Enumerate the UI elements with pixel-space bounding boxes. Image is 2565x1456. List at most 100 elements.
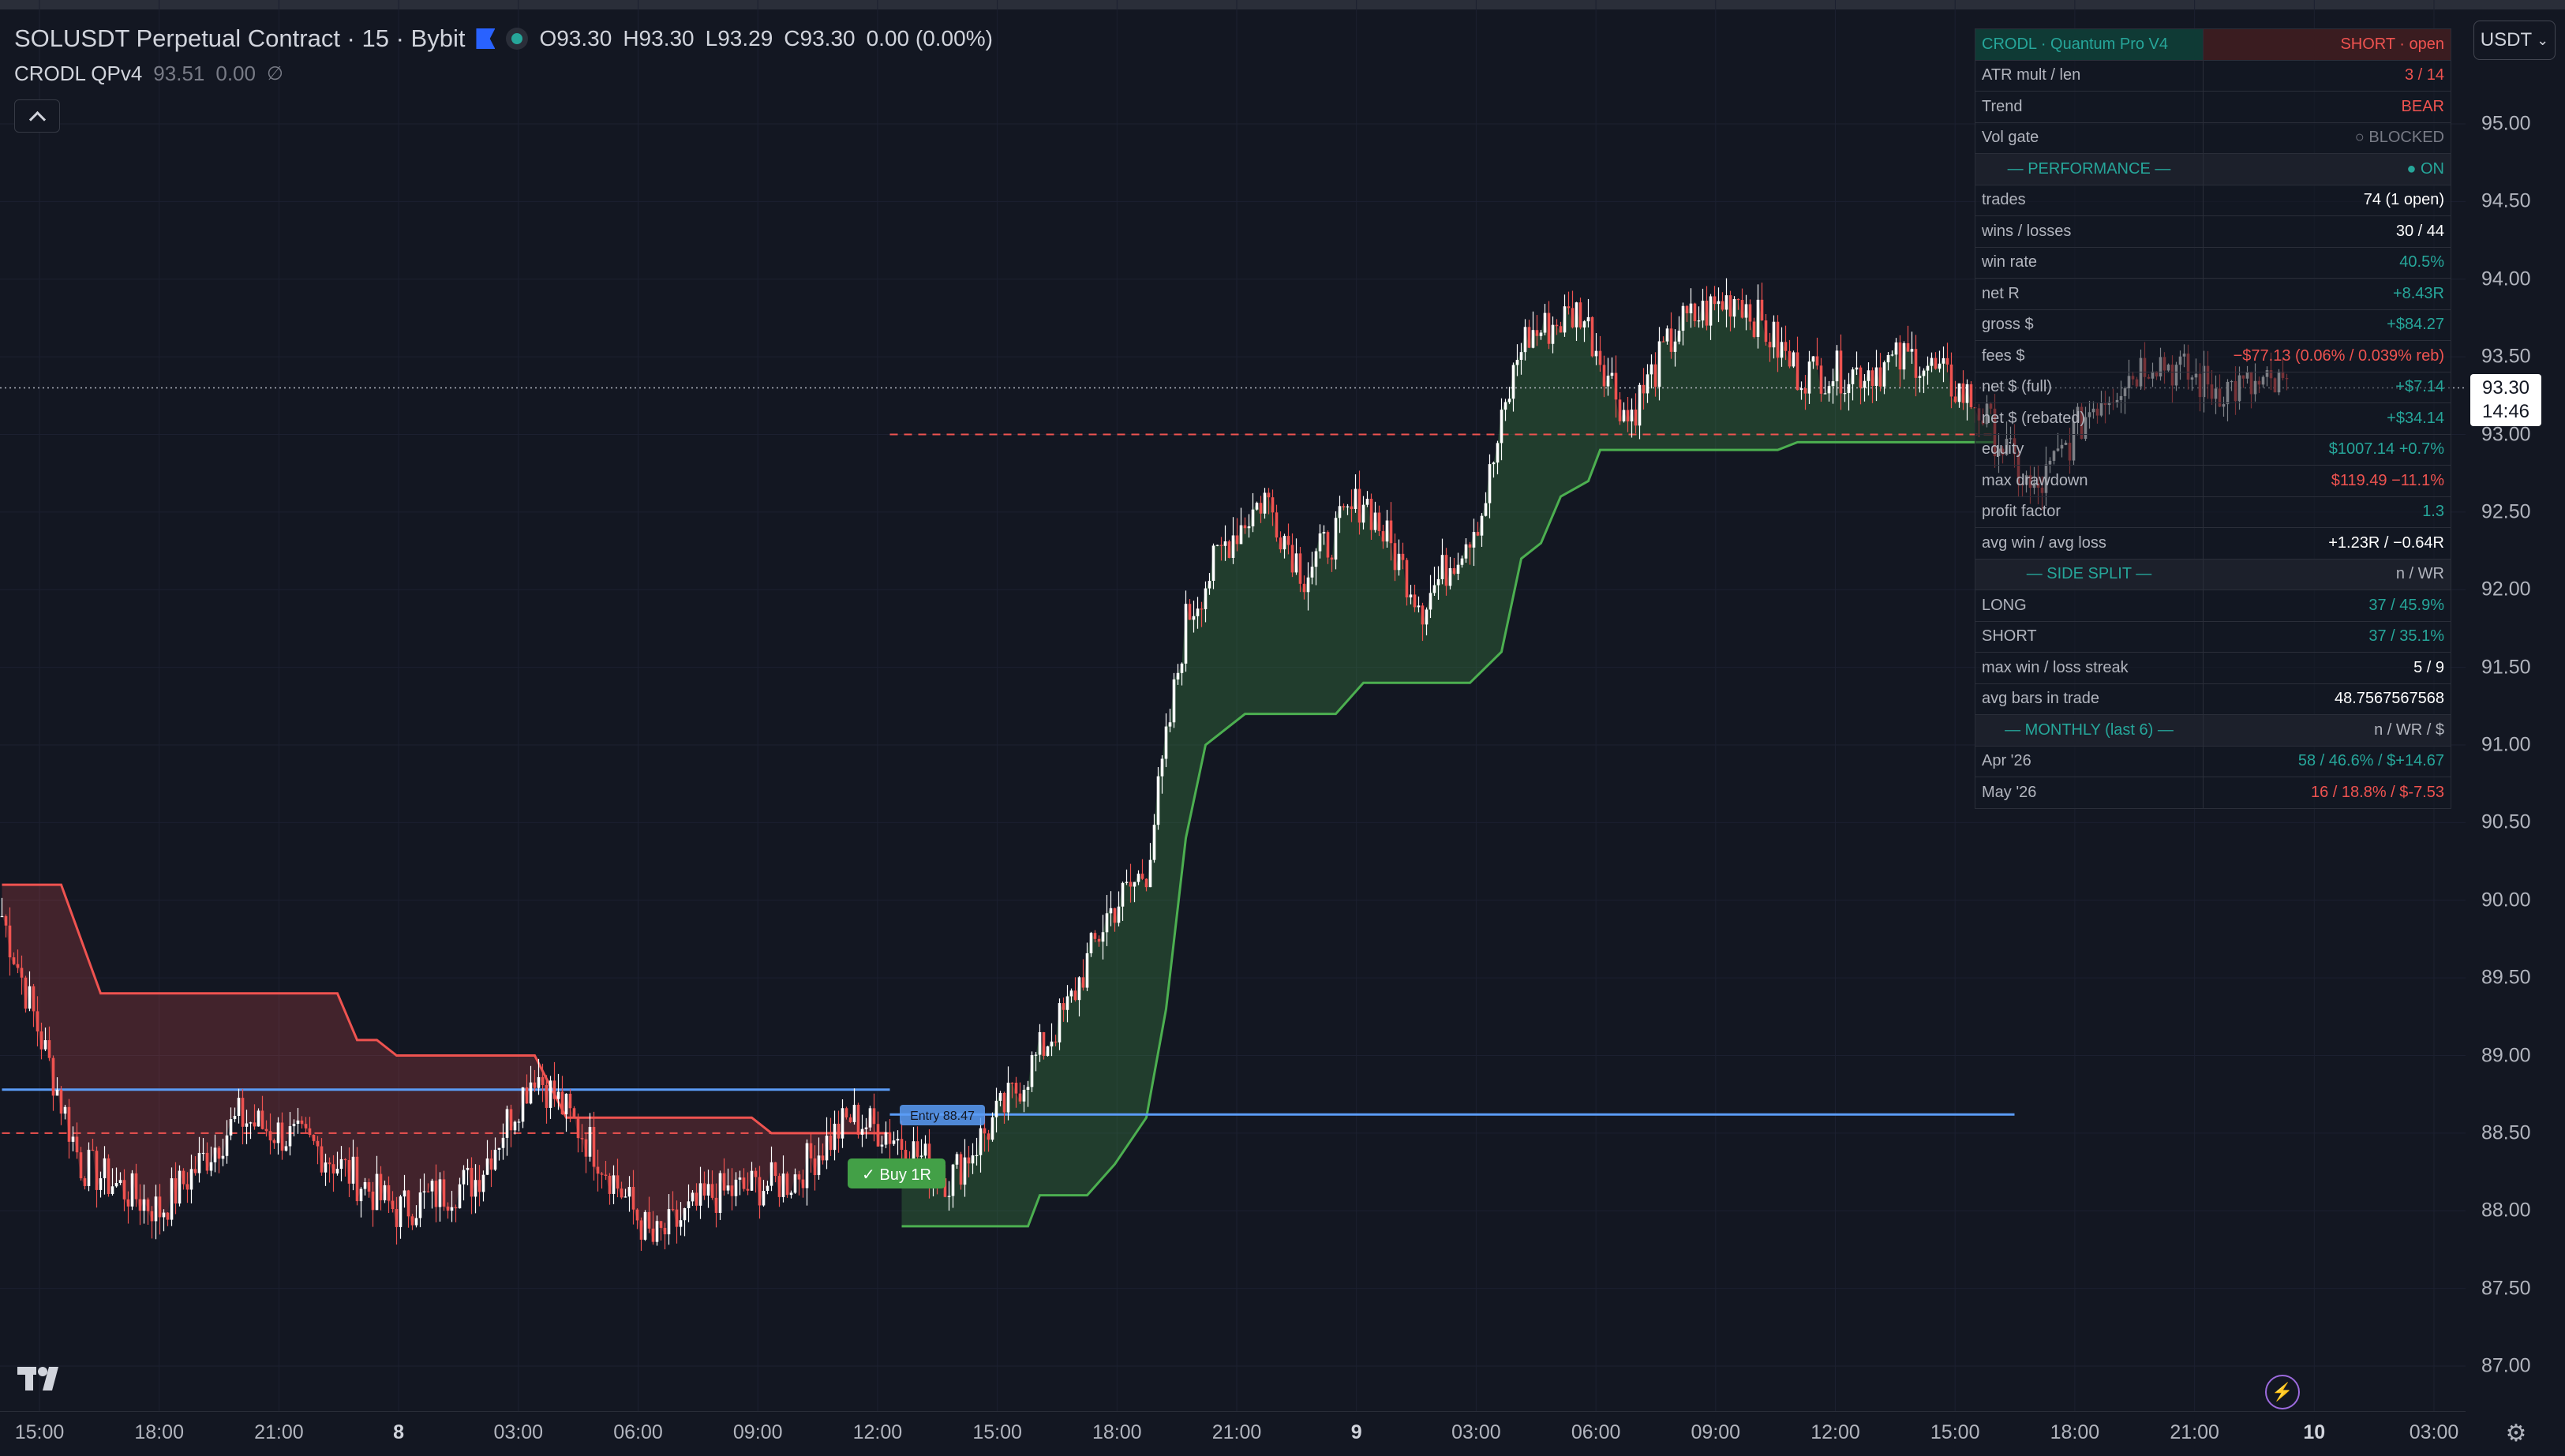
collapse-legend-button[interactable] (14, 99, 60, 133)
price-tick-label: 92.50 (2481, 500, 2531, 523)
candle-body (549, 1080, 552, 1108)
indicator-name[interactable]: CRODL QPv4 (14, 62, 142, 86)
candle-body (430, 1181, 434, 1192)
time-tick-label: 15:00 (14, 1421, 65, 1443)
stats-label: equity (1975, 433, 2204, 466)
price-tick-label: 91.50 (2481, 656, 2531, 679)
candle-body (750, 1170, 754, 1191)
candle-body (1689, 303, 1693, 314)
stats-row: gross $ +$84.27 (1975, 309, 2451, 341)
time-axis[interactable]: 15:00 18:00 21:00 8 03:00 06:00 09:00 12:00 15:0… (0, 1411, 2466, 1456)
market-status-icon[interactable] (506, 28, 529, 50)
candle-body (1460, 558, 1464, 565)
settings-gear-icon[interactable]: ⚙ (2502, 1419, 2530, 1447)
candle-body (1728, 295, 1732, 317)
stats-value: SHORT · open (2203, 28, 2451, 61)
flag-icon[interactable] (476, 28, 496, 49)
candle-body (1192, 616, 1196, 620)
candle-body (1290, 545, 1294, 573)
candle-body (1626, 410, 1630, 421)
candle-body (892, 1140, 896, 1144)
buy-signal-label[interactable]: ✓ Buy 1R (848, 1158, 945, 1188)
candle-body (556, 1091, 560, 1099)
candle-body (1780, 342, 1784, 358)
stats-row: wins / losses 30 / 44 (1975, 215, 2451, 248)
candle-body (1354, 488, 1357, 510)
candle-body (722, 1173, 726, 1191)
candle-body (1535, 330, 1539, 336)
candle-body (584, 1139, 588, 1157)
candle-body (201, 1152, 205, 1155)
candle-body (1306, 577, 1310, 593)
candle-body (406, 1190, 410, 1217)
candle-body (1140, 874, 1144, 879)
candle-body (1413, 594, 1417, 608)
candle-body (1598, 350, 1602, 365)
candle-body (1255, 503, 1259, 510)
candle-body (762, 1191, 766, 1206)
candle-body (1105, 913, 1109, 933)
symbol-title[interactable]: SOLUSDT Perpetual Contract · 15 · Bybit (14, 24, 465, 53)
stats-value: +$84.27 (2203, 309, 2451, 341)
candle-body (359, 1188, 363, 1202)
candle-body (533, 1082, 537, 1088)
price-axis[interactable]: 95.00 94.50 94.00 93.50 93.00 92.50 92.00 91.50… (2466, 0, 2565, 1411)
candle-body (458, 1184, 462, 1209)
candle-body (1318, 533, 1322, 552)
candle-body (1196, 608, 1200, 616)
candle-body (1776, 321, 1780, 358)
indicator-legend[interactable]: CRODL QPv4 93.51 0.00 ∅ (14, 62, 283, 86)
candle-body (138, 1199, 142, 1211)
candle-body (32, 986, 36, 1012)
candle-body (1764, 320, 1768, 342)
candle-body (1578, 302, 1582, 328)
candle-body (1062, 1003, 1065, 1010)
price-tick-label: 94.50 (2481, 189, 2531, 212)
candle-body (1338, 506, 1342, 518)
candle-body (481, 1174, 485, 1192)
candle-body (28, 986, 32, 1009)
candle-body (919, 1155, 923, 1157)
stats-row: — SIDE SPLIT — n / WR (1975, 558, 2451, 590)
candle-body (1938, 363, 1942, 369)
candle-body (126, 1199, 130, 1207)
lightning-icon[interactable]: ⚡ (2265, 1375, 2300, 1409)
price-tick-label: 89.00 (2481, 1044, 2531, 1066)
candle-body (1180, 663, 1184, 673)
candle-body (777, 1176, 781, 1197)
candle-body (1870, 370, 1874, 386)
tradingview-logo-icon[interactable] (17, 1362, 68, 1398)
candle-body (1065, 996, 1069, 1010)
candle-body (1389, 520, 1393, 544)
candle-body (1247, 526, 1251, 529)
candle-body (545, 1084, 549, 1108)
candle-body (260, 1110, 264, 1129)
candle-body (1046, 1046, 1050, 1057)
candle-body (1310, 567, 1314, 578)
candle-body (1732, 298, 1736, 317)
eye-off-icon[interactable]: ∅ (267, 62, 283, 85)
candle-body (134, 1173, 138, 1200)
candle-body (1006, 1082, 1010, 1113)
stats-value: 37 / 45.9% (2203, 590, 2451, 622)
candle-body (1855, 367, 1859, 370)
candle-body (182, 1170, 185, 1185)
stats-label: max win / loss streak (1975, 652, 2204, 684)
candle-body (900, 1139, 904, 1151)
ohlc-close: C93.30 (784, 26, 856, 51)
stats-label: — SIDE SPLIT — (1975, 558, 2204, 590)
candle-body (1752, 321, 1756, 337)
candle-body (1582, 321, 1586, 328)
candle-body (1634, 410, 1638, 426)
candle-body (1736, 298, 1740, 301)
candle-body (1109, 908, 1113, 914)
stats-label: Apr '26 (1975, 745, 2204, 777)
candle-body (1369, 499, 1373, 530)
candle-body (489, 1158, 493, 1170)
time-tick-label: 10 (2303, 1421, 2326, 1443)
candle-body (225, 1135, 229, 1156)
candle-body (1614, 372, 1618, 400)
time-tick-label: 15:00 (972, 1421, 1022, 1443)
candle-body (371, 1191, 375, 1211)
candle-body (241, 1098, 245, 1127)
